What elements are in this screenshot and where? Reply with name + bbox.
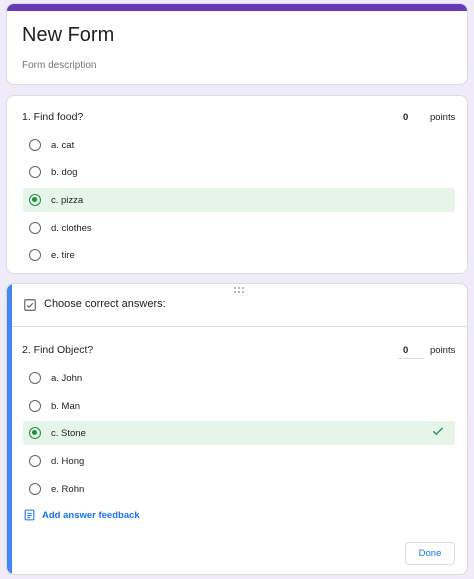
checkbox-checked-icon <box>24 299 36 311</box>
radio-button[interactable] <box>29 455 41 467</box>
option-label: c. pizza <box>51 194 84 206</box>
option-label: b. Man <box>51 400 81 412</box>
radio-button-checked[interactable] <box>29 427 41 439</box>
option-label: e. tire <box>51 249 75 261</box>
points-label: points <box>430 345 456 356</box>
points-input[interactable]: 0 <box>403 345 408 356</box>
question-title: 1. Find food? <box>22 111 84 123</box>
question-title: 2. Find Object? <box>22 344 94 356</box>
option-row[interactable]: a. cat <box>23 133 455 157</box>
radio-button[interactable] <box>29 249 41 261</box>
option-row-selected[interactable]: c. Stone <box>23 421 455 445</box>
feedback-icon <box>24 509 35 521</box>
option-label: e. Rohn <box>51 483 85 495</box>
option-label: b. dog <box>51 166 78 178</box>
radio-button[interactable] <box>29 222 41 234</box>
radio-button-checked[interactable] <box>29 194 41 206</box>
option-label: d. Hong <box>51 455 85 467</box>
divider <box>12 326 467 327</box>
option-label: a. John <box>51 372 83 384</box>
form-header-card: New Form Form description <box>6 3 468 85</box>
form-description[interactable]: Form description <box>22 60 96 71</box>
radio-button[interactable] <box>29 400 41 412</box>
radio-button[interactable] <box>29 372 41 384</box>
option-row-selected[interactable]: c. pizza <box>23 188 455 212</box>
active-card-indicator <box>7 284 12 574</box>
option-row[interactable]: d. clothes <box>23 216 455 240</box>
option-label: c. Stone <box>51 427 86 439</box>
radio-button[interactable] <box>29 166 41 178</box>
points-input[interactable]: 0 <box>403 112 408 123</box>
check-icon <box>432 427 444 436</box>
option-label: d. clothes <box>51 222 92 234</box>
question-card-1[interactable]: 1. Find food? 0 points a. cat b. dog c. … <box>6 95 468 274</box>
question-card-2[interactable]: Choose correct answers: 2. Find Object? … <box>6 283 468 575</box>
done-button[interactable]: Done <box>405 542 455 565</box>
drag-handle-icon[interactable] <box>234 287 246 293</box>
answer-key-title: Choose correct answers: <box>44 298 166 310</box>
radio-button[interactable] <box>29 139 41 151</box>
option-row[interactable]: a. John <box>23 366 455 390</box>
form-title[interactable]: New Form <box>22 24 114 47</box>
points-label: points <box>430 112 456 123</box>
option-row[interactable]: e. tire <box>23 243 455 267</box>
add-answer-feedback-button[interactable]: Add answer feedback <box>23 508 140 522</box>
option-row[interactable]: b. dog <box>23 160 455 184</box>
points-input-underline <box>398 358 424 359</box>
option-row[interactable]: d. Hong <box>23 449 455 473</box>
theme-bar <box>7 4 467 11</box>
option-label: a. cat <box>51 139 75 151</box>
option-row[interactable]: e. Rohn <box>23 477 455 501</box>
radio-button[interactable] <box>29 483 41 495</box>
option-row[interactable]: b. Man <box>23 394 455 418</box>
add-answer-feedback-label: Add answer feedback <box>42 509 140 521</box>
